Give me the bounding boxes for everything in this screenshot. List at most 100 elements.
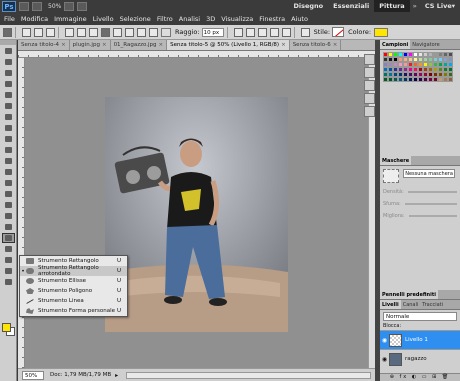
pen-tool-icon[interactable] (65, 27, 74, 37)
freeform-pen-icon[interactable] (77, 27, 86, 37)
menu-livello[interactable]: Livello (90, 15, 117, 23)
fill-pixels-icon[interactable] (46, 27, 55, 37)
menu-item-line-tool[interactable]: Strumento Linea U (20, 296, 127, 306)
eyedropper-icon[interactable] (2, 101, 15, 111)
vertical-ruler[interactable] (18, 58, 25, 368)
tab-senza-titolo-6[interactable]: Senza titolo-6 × (290, 40, 342, 50)
no-style-swatch[interactable] (332, 27, 345, 37)
history-brush-icon[interactable] (2, 145, 15, 155)
3d-camera-icon[interactable] (2, 255, 15, 265)
line-icon[interactable] (137, 27, 146, 37)
magic-wand-icon[interactable] (2, 79, 15, 89)
menu-3d[interactable]: 3D (203, 15, 218, 23)
tab-tracciati[interactable]: Tracciati (420, 300, 445, 309)
crop-icon[interactable] (2, 90, 15, 100)
move-icon[interactable] (2, 46, 15, 56)
tool-preset-icon[interactable] (3, 27, 12, 37)
tab-canali[interactable]: Canali (401, 300, 421, 309)
healing-icon[interactable] (2, 112, 15, 122)
tab-maschere[interactable]: Maschere (380, 156, 412, 165)
color-swatch[interactable] (374, 27, 389, 37)
brush-panel-icon[interactable] (363, 80, 375, 91)
arrange-documents-icon[interactable] (64, 1, 75, 11)
dodge-icon[interactable] (2, 189, 15, 199)
menu-filtro[interactable]: Filtro (154, 15, 176, 23)
visibility-eye-icon[interactable]: ◉ (380, 356, 389, 363)
link-icon[interactable] (300, 27, 310, 37)
lasso-icon[interactable] (2, 68, 15, 78)
tab-campioni[interactable]: Campioni (380, 40, 411, 49)
menu-modifica[interactable]: Modifica (18, 15, 51, 23)
tab-navigatore[interactable]: Navigatore (410, 40, 441, 49)
3d-rotate-icon[interactable] (2, 244, 15, 254)
hand-icon[interactable] (2, 266, 15, 276)
zoom-icon[interactable] (2, 277, 15, 287)
tab-ragazzo[interactable]: 01_Ragazzo.jpg × (111, 40, 168, 50)
zoom-level-dropdown[interactable]: 50% (48, 3, 61, 10)
screen-mode-icon[interactable] (77, 1, 88, 11)
tab-pennelli-predefiniti[interactable]: Pennelli predefiniti (380, 290, 438, 299)
custom-shape-icon[interactable] (149, 27, 158, 37)
type-icon[interactable] (2, 211, 15, 221)
subtract-mode-icon[interactable] (257, 27, 267, 37)
menu-item-polygon-tool[interactable]: Strumento Poligono U (20, 286, 127, 296)
more-workspaces-button[interactable]: » (410, 0, 420, 12)
pen-icon[interactable] (2, 200, 15, 210)
tool-presets-icon[interactable] (363, 106, 375, 117)
workspace-disegno[interactable]: Disegno (289, 0, 329, 12)
close-icon[interactable]: × (102, 42, 107, 48)
close-icon[interactable]: × (281, 42, 286, 48)
eraser-icon[interactable] (2, 156, 15, 166)
add-mode-icon[interactable] (245, 27, 255, 37)
tab-senza-titolo-4[interactable]: Senza titolo-4 × (18, 40, 70, 50)
gradient-icon[interactable] (2, 167, 15, 177)
new-layer-mode-icon[interactable] (233, 27, 243, 37)
menu-aiuto[interactable]: Aiuto (288, 15, 311, 23)
brush-icon[interactable] (2, 123, 15, 133)
horizontal-ruler[interactable] (18, 51, 375, 58)
menu-finestra[interactable]: Finestra (256, 15, 288, 23)
horizontal-scrollbar[interactable] (126, 371, 371, 379)
menu-item-ellipse-tool[interactable]: Strumento Ellisse U (20, 276, 127, 286)
bridge-icon[interactable] (19, 1, 29, 11)
clone-stamp-icon[interactable] (2, 134, 15, 144)
close-icon[interactable]: × (159, 42, 164, 48)
geometry-options-dropdown[interactable] (161, 27, 171, 37)
exclude-mode-icon[interactable] (281, 27, 291, 37)
layers-footer-icons[interactable]: ⊕ fx ◐ ▭ ⊞ 🗑 (380, 373, 460, 381)
menu-item-rounded-rectangle-tool[interactable]: • Strumento Rettangolo arrotondato U (20, 265, 127, 277)
intersect-mode-icon[interactable] (269, 27, 279, 37)
rounded-rectangle-icon[interactable] (101, 27, 110, 37)
close-icon[interactable]: × (333, 42, 338, 48)
paths-icon[interactable] (34, 27, 43, 37)
layer-row[interactable]: ◉ Livello 1 (380, 330, 460, 349)
document-photo[interactable] (105, 97, 288, 332)
clone-source-icon[interactable] (363, 93, 375, 104)
zoom-field[interactable]: 50% (22, 370, 44, 380)
menu-selezione[interactable]: Selezione (117, 15, 154, 23)
layer-row[interactable]: ◉ ragazzo (380, 349, 460, 368)
workspace-pittura[interactable]: Pittura (374, 0, 410, 12)
ellipse-icon[interactable] (113, 27, 122, 37)
history-icon[interactable] (363, 54, 375, 65)
rectangle-icon[interactable] (89, 27, 98, 37)
foreground-color[interactable] (2, 323, 11, 332)
radius-input[interactable]: 10 px (201, 27, 224, 37)
path-select-icon[interactable] (2, 222, 15, 232)
menu-visualizza[interactable]: Visualizza (218, 15, 256, 23)
mini-bridge-icon[interactable] (32, 1, 42, 11)
polygon-icon[interactable] (125, 27, 134, 37)
marquee-icon[interactable] (2, 57, 15, 67)
panel-grip[interactable] (0, 40, 16, 45)
shape-layers-icon[interactable] (22, 27, 31, 37)
tab-livelli[interactable]: Livelli (380, 300, 401, 309)
shape-icon[interactable] (1, 233, 15, 243)
color-swatch[interactable] (448, 77, 453, 82)
color-picker[interactable] (2, 323, 15, 336)
menu-file[interactable]: File (0, 15, 18, 23)
blur-icon[interactable] (2, 178, 15, 188)
visibility-eye-icon[interactable]: ◉ (380, 337, 389, 344)
menu-immagine[interactable]: Immagine (51, 15, 90, 23)
tab-senza-titolo-5[interactable]: Senza titolo-5 @ 50% (Livello 1, RGB/8) × (167, 40, 290, 50)
menu-analisi[interactable]: Analisi (176, 15, 203, 23)
